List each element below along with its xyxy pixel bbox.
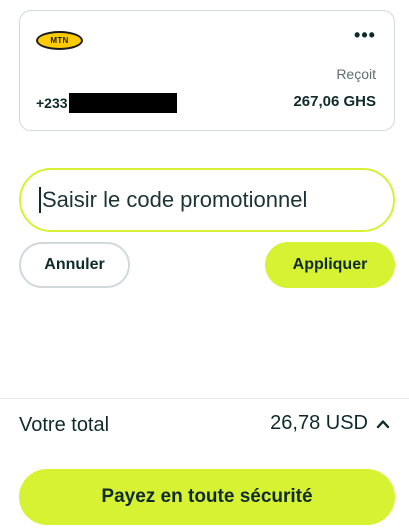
pay-securely-button[interactable]: Payez en toute sécurité xyxy=(19,469,395,525)
more-options-icon[interactable]: ••• xyxy=(350,26,380,47)
chevron-up-icon xyxy=(376,419,390,428)
redacted-phone-digits xyxy=(68,93,177,113)
promo-code-input[interactable] xyxy=(42,187,393,213)
mtn-logo: MTN xyxy=(36,31,83,50)
mtn-logo-text: MTN xyxy=(50,36,69,45)
cancel-button[interactable]: Annuler xyxy=(19,242,130,288)
total-toggle[interactable]: 26,78 USD xyxy=(270,412,390,435)
total-label: Votre total xyxy=(19,414,110,436)
phone-prefix: +233 xyxy=(36,95,68,111)
text-cursor xyxy=(39,187,41,213)
receive-amount: 267,06 GHS xyxy=(293,93,376,110)
promo-code-field[interactable] xyxy=(19,168,395,232)
apply-button[interactable]: Appliquer xyxy=(265,242,395,288)
recipient-card: MTN ••• Reçoit +233 267,06 GHS xyxy=(19,10,395,131)
divider xyxy=(0,398,409,399)
receives-label: Reçoit xyxy=(336,66,376,82)
phone-number: +233 xyxy=(36,93,177,113)
total-value: 26,78 USD xyxy=(270,412,368,434)
